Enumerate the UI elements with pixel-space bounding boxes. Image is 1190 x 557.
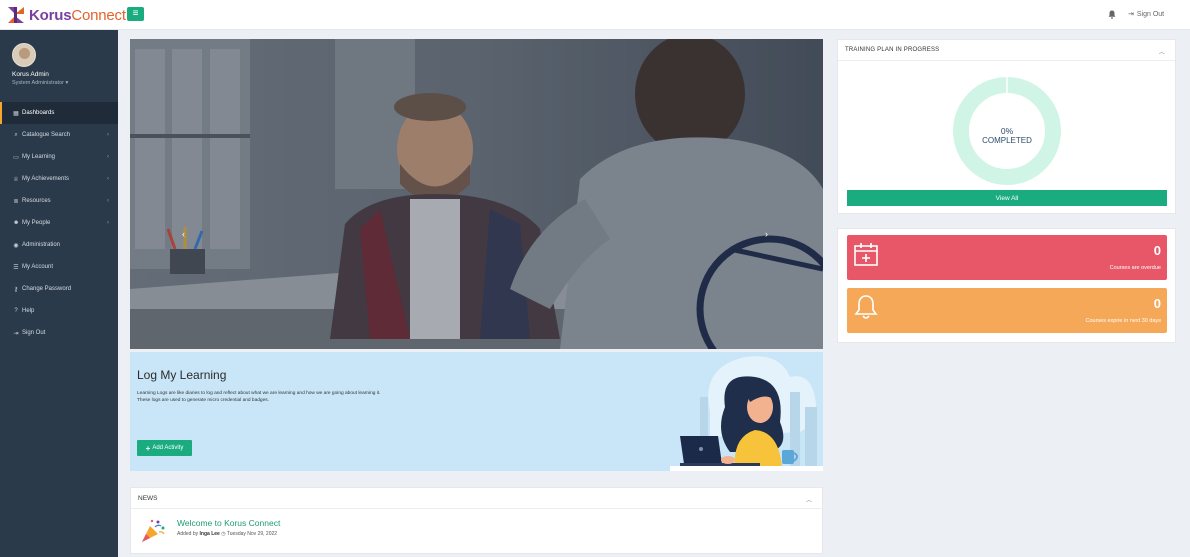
sidebar-item-resources[interactable]: ≣ Resources ‹: [0, 190, 118, 212]
monitor-icon: ▭: [13, 154, 19, 161]
sidebar-item-dashboards[interactable]: ▦ Dashboards: [0, 102, 118, 124]
carousel-slide-image: [130, 39, 823, 349]
chevron-left-icon: ‹: [107, 176, 109, 182]
log-learning-description: Learning Logs are like diaries to log an…: [137, 391, 381, 403]
news-item-meta: Added by Inga Lee ◷ Tuesday Nov 29, 2022: [177, 531, 278, 537]
trophy-icon: ♕: [13, 176, 19, 183]
sidebar-item-label: Administration: [22, 242, 61, 248]
bell-icon: [854, 295, 878, 319]
signout-label: Sign Out: [1136, 10, 1165, 18]
sidebar-item-label: My Achievements: [22, 176, 70, 182]
avatar[interactable]: [12, 43, 36, 67]
user-role-dropdown[interactable]: System Administrator ▾: [12, 80, 68, 86]
logo-korus-text: Korus: [29, 6, 72, 24]
clock-icon: ◷: [221, 531, 226, 537]
korusconnect-logo[interactable]: KorusConnect: [6, 4, 126, 26]
account-icon: ☰: [13, 264, 19, 271]
hamburger-icon: ≡: [132, 8, 139, 19]
news-item-title[interactable]: Welcome to Korus Connect: [177, 518, 280, 528]
training-plan-header: TRAINING PLAN IN PROGRESS ︿: [838, 40, 1175, 61]
add-activity-button[interactable]: + Add Activity: [137, 440, 192, 456]
sidebar-item-label: My Learning: [22, 154, 56, 160]
sidebar-item-label: Resources: [22, 198, 51, 204]
dashboard-icon: ▦: [13, 110, 19, 117]
view-all-button[interactable]: View All: [847, 190, 1167, 206]
expiring-count: 0: [1153, 296, 1161, 311]
plus-icon: +: [145, 443, 151, 453]
news-card: NEWS ︿ Welcome to Korus Connect Added by…: [130, 487, 823, 554]
chevron-up-icon[interactable]: ︿: [1159, 47, 1165, 56]
chevron-left-icon: ‹: [107, 220, 109, 226]
sidebar-item-help[interactable]: ? Help: [0, 300, 118, 322]
sidebar-item-my-people[interactable]: ☻ My People ‹: [0, 212, 118, 234]
chevron-up-icon[interactable]: ︿: [806, 495, 812, 504]
menu-toggle-button[interactable]: ≡: [127, 7, 144, 21]
logo-connect-text: Connect: [71, 6, 126, 24]
help-icon: ?: [14, 308, 18, 314]
key-icon: ⚷: [13, 286, 19, 293]
overdue-count: 0: [1153, 243, 1161, 258]
sidebar-item-my-account[interactable]: ☰ My Account: [0, 256, 118, 278]
sidebar-item-label: Dashboards: [22, 110, 55, 116]
sidebar-item-label: My Account: [22, 264, 54, 270]
carousel-prev-button[interactable]: ‹: [182, 229, 185, 239]
user-name: Korus Admin: [12, 71, 49, 78]
bell-icon[interactable]: [1108, 10, 1116, 19]
sidebar-item-sign-out[interactable]: ⇥ Sign Out: [0, 322, 118, 344]
hero-carousel[interactable]: ‹ ›: [130, 39, 823, 349]
carousel-next-button[interactable]: ›: [765, 229, 768, 239]
sidebar-item-label: Sign Out: [22, 330, 46, 336]
signout-icon: ⇥: [1128, 11, 1134, 18]
sidebar-item-my-learning[interactable]: ▭ My Learning ‹: [0, 146, 118, 168]
course-stats-card: 0 Courses are overdue 0 Courses expire i…: [837, 228, 1176, 343]
training-progress-percent: 0%: [1000, 126, 1014, 136]
sidebar-item-my-achievements[interactable]: ♕ My Achievements ‹: [0, 168, 118, 190]
training-plan-card: TRAINING PLAN IN PROGRESS ︿ 0% COMPLETED…: [837, 39, 1176, 214]
sidebar-item-administration[interactable]: ◉ Administration: [0, 234, 118, 256]
logo-mark-icon: [8, 7, 24, 23]
people-icon: ☻: [13, 220, 20, 226]
signout-icon: ⇥: [13, 330, 19, 337]
search-icon: ⌕: [14, 131, 18, 138]
database-icon: ≣: [13, 198, 19, 205]
sidebar-item-label: Change Password: [22, 286, 72, 292]
expiring-courses-tile[interactable]: 0 Courses expire in next 30 days: [847, 288, 1167, 333]
news-item-date: Tuesday Nov 29, 2022: [226, 531, 278, 537]
chevron-left-icon: ‹: [107, 154, 109, 160]
top-bar: KorusConnect ≡ ⇥ Sign Out: [0, 0, 1190, 30]
expiring-label: Courses expire in next 30 days: [1085, 318, 1161, 324]
sidebar-item-label: Help: [22, 308, 35, 314]
chevron-left-icon: ‹: [107, 132, 109, 138]
sidebar: Korus Admin System Administrator ▾ ▦ Das…: [0, 30, 118, 557]
signout-top-link[interactable]: ⇥ Sign Out: [1128, 10, 1165, 19]
news-header: NEWS ︿: [131, 488, 822, 509]
overdue-courses-tile[interactable]: 0 Courses are overdue: [847, 235, 1167, 280]
news-item-author: Inga Lee: [199, 531, 220, 537]
woman-laptop-illustration: [670, 356, 823, 471]
sidebar-item-label: Catalogue Search: [22, 132, 71, 138]
sidebar-item-catalogue-search[interactable]: ⌕ Catalogue Search ‹: [0, 124, 118, 146]
sidebar-nav: ▦ Dashboards ⌕ Catalogue Search ‹ ▭ My L…: [0, 102, 118, 344]
overdue-label: Courses are overdue: [1109, 265, 1161, 271]
sidebar-item-change-password[interactable]: ⚷ Change Password: [0, 278, 118, 300]
party-popper-icon: [142, 519, 165, 542]
sidebar-item-label: My People: [22, 220, 51, 226]
chevron-left-icon: ‹: [107, 198, 109, 204]
calendar-plus-icon: [854, 243, 878, 266]
user-circle-icon: ◉: [13, 242, 19, 249]
log-learning-title: Log My Learning: [137, 368, 227, 382]
log-learning-card: Log My Learning Learning Logs are like d…: [130, 352, 823, 471]
training-progress-label: COMPLETED: [982, 136, 1032, 145]
